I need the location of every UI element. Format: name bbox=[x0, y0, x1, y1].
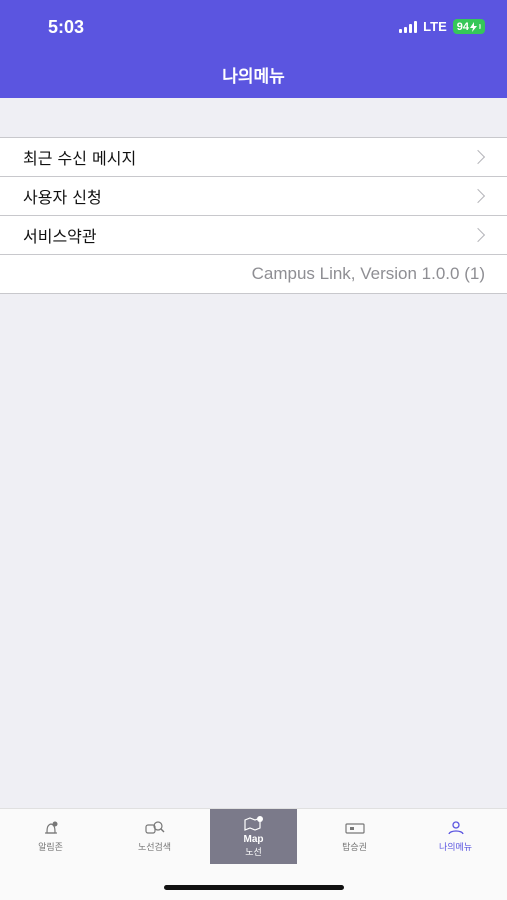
tab-sublabel: 노선 bbox=[245, 848, 262, 858]
ticket-icon bbox=[344, 823, 365, 834]
charging-bolt-icon bbox=[470, 21, 477, 32]
chevron-right-icon bbox=[470, 227, 486, 243]
app-header: 5:03 LTE 94 나의메뉴 bbox=[0, 0, 507, 98]
tab-label: 탑승권 bbox=[342, 843, 367, 853]
status-time: 5:03 bbox=[48, 17, 85, 37]
tab-label: 알림존 bbox=[38, 843, 63, 853]
tab-route-search[interactable]: 노선검색 bbox=[104, 809, 205, 864]
tab-alert-zone[interactable]: 알림존 bbox=[0, 809, 101, 864]
menu-item-terms-of-service[interactable]: 서비스약관 bbox=[0, 216, 507, 255]
version-info: Campus Link, Version 1.0.0 (1) bbox=[0, 255, 507, 294]
status-indicators: LTE 94 bbox=[399, 19, 485, 34]
menu-item-label: 사용자 신청 bbox=[23, 188, 102, 207]
chevron-right-icon bbox=[470, 188, 486, 204]
battery-tip bbox=[479, 24, 481, 29]
menu-item-label: 최근 수신 메시지 bbox=[23, 149, 137, 168]
tab-map[interactable]: Map 노선 bbox=[210, 809, 297, 864]
tab-boarding-pass[interactable]: 탑승권 bbox=[304, 809, 405, 864]
page-title: 나의메뉴 bbox=[222, 67, 285, 87]
battery-indicator: 94 bbox=[452, 19, 485, 34]
version-text: Campus Link, Version 1.0.0 (1) bbox=[251, 264, 485, 283]
bell-icon bbox=[44, 821, 57, 834]
menu-list: 최근 수신 메시지 사용자 신청 서비스약관 Campus Link, Vers… bbox=[0, 137, 507, 294]
tab-label: Map bbox=[243, 834, 264, 845]
bus-search-icon bbox=[144, 821, 164, 834]
signal-icon bbox=[399, 20, 418, 33]
menu-item-label: 서비스약관 bbox=[23, 227, 97, 246]
user-menu-icon bbox=[447, 821, 464, 835]
menu-item-user-application[interactable]: 사용자 신청 bbox=[0, 177, 507, 216]
battery-level: 94 bbox=[456, 20, 469, 33]
home-indicator bbox=[164, 885, 344, 890]
map-pin-icon bbox=[243, 816, 263, 831]
menu-item-recent-messages[interactable]: 최근 수신 메시지 bbox=[0, 138, 507, 177]
chevron-right-icon bbox=[470, 149, 486, 165]
network-label: LTE bbox=[423, 19, 447, 34]
tab-label: 나의메뉴 bbox=[438, 843, 473, 853]
tab-my-menu[interactable]: 나의메뉴 bbox=[405, 809, 506, 864]
tab-label: 노선검색 bbox=[137, 843, 172, 853]
